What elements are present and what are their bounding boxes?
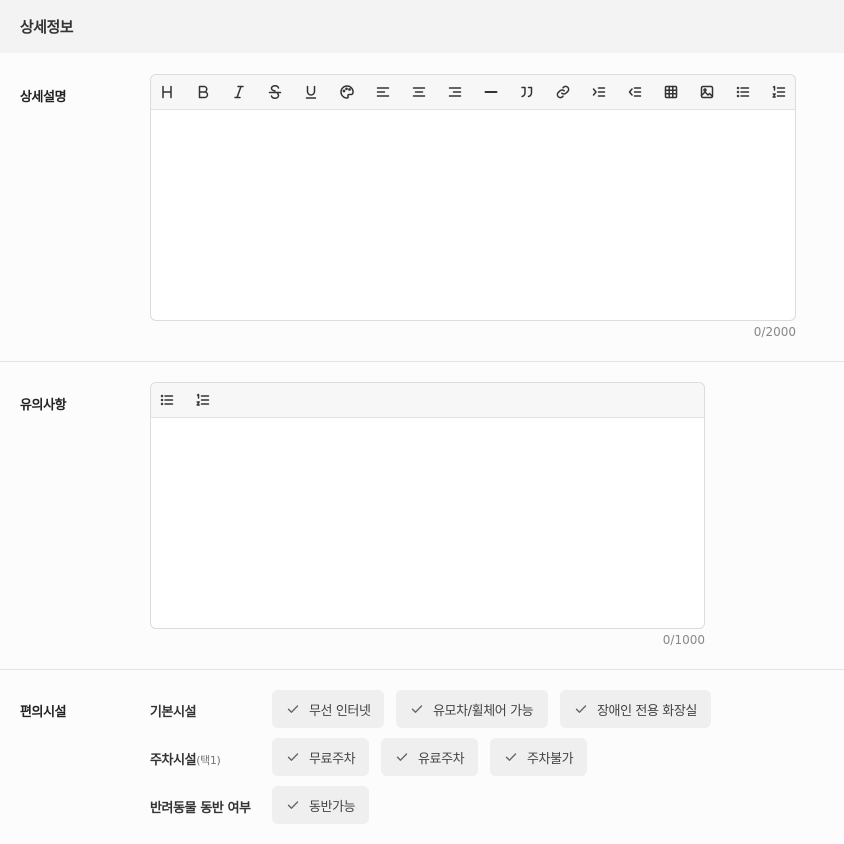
- chip-label: 동반가능: [309, 799, 356, 815]
- outdent-icon[interactable]: [623, 81, 647, 103]
- strikethrough-icon[interactable]: [263, 81, 287, 103]
- parking-label-text: 주차시설: [150, 753, 197, 768]
- chip-paid-parking[interactable]: 유료주차: [381, 738, 478, 776]
- bullet-list-icon[interactable]: [155, 389, 179, 411]
- detail-description-input[interactable]: [151, 110, 795, 320]
- detail-char-counter: 0/2000: [753, 325, 796, 339]
- indent-icon[interactable]: [587, 81, 611, 103]
- bold-icon[interactable]: [191, 81, 215, 103]
- ordered-list-icon[interactable]: [191, 389, 215, 411]
- bullet-list-icon[interactable]: [731, 81, 755, 103]
- detail-description-editor: [150, 74, 796, 321]
- chip-label: 무선 인터넷: [309, 703, 371, 719]
- divider: [0, 669, 844, 670]
- notes-label: 유의사항: [20, 398, 67, 413]
- align-left-icon[interactable]: [371, 81, 395, 103]
- chip-wifi[interactable]: 무선 인터넷: [272, 690, 384, 728]
- chip-accessible-restroom[interactable]: 장애인 전용 화장실: [560, 690, 711, 728]
- chip-label: 유료주차: [418, 751, 465, 767]
- notes-editor-toolbar: [151, 383, 704, 418]
- underline-icon[interactable]: [299, 81, 323, 103]
- check-icon: [410, 702, 424, 716]
- check-icon: [286, 750, 300, 764]
- chip-label: 장애인 전용 화장실: [597, 703, 697, 719]
- chip-no-parking[interactable]: 주차불가: [490, 738, 587, 776]
- check-icon: [395, 750, 409, 764]
- detail-editor-toolbar: [151, 75, 795, 110]
- check-icon: [286, 798, 300, 812]
- quote-icon[interactable]: [515, 81, 539, 103]
- align-right-icon[interactable]: [443, 81, 467, 103]
- chip-label: 무료주차: [309, 751, 356, 767]
- chip-pets-allowed[interactable]: 동반가능: [272, 786, 369, 824]
- notes-editor: [150, 382, 705, 629]
- parking-select-note: (택1): [196, 754, 221, 767]
- table-icon[interactable]: [659, 81, 683, 103]
- heading-icon[interactable]: [155, 81, 179, 103]
- divider: [0, 361, 844, 362]
- image-icon[interactable]: [695, 81, 719, 103]
- chip-label: 유모차/휠체어 가능: [433, 703, 534, 719]
- amenities-label: 편의시설: [20, 705, 67, 720]
- check-icon: [574, 702, 588, 716]
- section-header: 상세정보: [0, 0, 844, 53]
- check-icon: [504, 750, 518, 764]
- chip-stroller-wheelchair[interactable]: 유모차/휠체어 가능: [396, 690, 548, 728]
- ordered-list-icon[interactable]: [767, 81, 791, 103]
- align-center-icon[interactable]: [407, 81, 431, 103]
- parking-facilities-label: 주차시설(택1): [150, 749, 221, 768]
- chip-free-parking[interactable]: 무료주차: [272, 738, 369, 776]
- notes-char-counter: 0/1000: [662, 633, 705, 647]
- check-icon: [286, 702, 300, 716]
- detail-description-label: 상세설명: [20, 90, 67, 105]
- italic-icon[interactable]: [227, 81, 251, 103]
- pet-accompany-label: 반려동물 동반 여부: [150, 801, 251, 816]
- notes-input[interactable]: [151, 418, 704, 628]
- palette-icon[interactable]: [335, 81, 359, 103]
- chip-label: 주차불가: [527, 751, 574, 767]
- page-title: 상세정보: [20, 18, 74, 36]
- basic-facilities-label: 기본시설: [150, 705, 197, 720]
- horizontal-rule-icon[interactable]: [479, 81, 503, 103]
- link-icon[interactable]: [551, 81, 575, 103]
